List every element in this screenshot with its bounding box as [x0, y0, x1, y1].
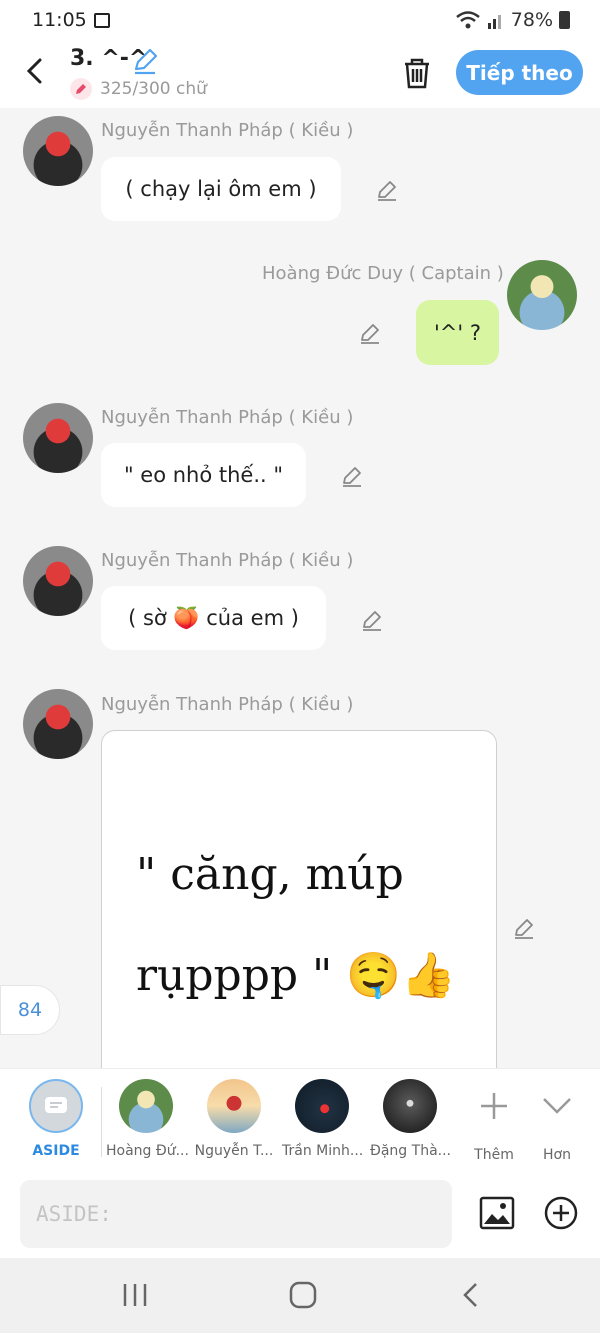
system-nav-bar — [0, 1258, 600, 1333]
avatar[interactable] — [23, 689, 93, 759]
avatar — [295, 1079, 349, 1133]
avatar[interactable] — [23, 116, 93, 186]
signal-icon — [487, 15, 501, 29]
edit-title-pencil-icon[interactable] — [131, 47, 159, 75]
character-nguyen[interactable]: Nguyễn T... — [194, 1079, 274, 1159]
avatar[interactable] — [23, 403, 93, 473]
unread-count-badge[interactable]: 84 — [0, 985, 60, 1035]
gallery-notification-icon — [94, 13, 110, 28]
back-nav-icon[interactable] — [459, 1280, 483, 1310]
char-count-text: 325/300 chữ — [100, 79, 207, 99]
edit-message-pencil-icon[interactable] — [375, 178, 399, 202]
collapse-button[interactable]: Hơn — [527, 1079, 587, 1163]
add-character-button[interactable]: Thêm — [456, 1079, 532, 1163]
avatar — [119, 1079, 173, 1133]
edit-message-pencil-icon[interactable] — [340, 464, 364, 488]
character-dang[interactable]: Đặng Thà... — [370, 1079, 451, 1159]
status-right: 78% — [455, 9, 570, 31]
image-text-line-2: rụpppp " 🤤👍 — [136, 950, 456, 1001]
character-aside[interactable]: ASIDE — [16, 1079, 96, 1159]
add-label: Thêm — [474, 1147, 514, 1163]
message-bubble[interactable]: '^' ? — [416, 300, 499, 365]
avatar — [207, 1079, 261, 1133]
next-button[interactable]: Tiếp theo — [456, 50, 583, 95]
character-label: ASIDE — [32, 1143, 80, 1159]
message-input[interactable]: ASIDE: — [20, 1180, 452, 1248]
edit-message-pencil-icon[interactable] — [358, 321, 382, 345]
char-count: 325/300 chữ — [70, 78, 207, 100]
add-circle-icon[interactable] — [543, 1195, 579, 1231]
edit-message-pencil-icon[interactable] — [512, 916, 536, 940]
chapter-header: 3. ^-^ 325/300 chữ Tiếp theo — [0, 42, 600, 108]
message-bubble[interactable]: " eo nhỏ thế.. " — [101, 443, 306, 507]
battery-percent: 78% — [510, 9, 553, 31]
aside-chat-icon — [29, 1079, 83, 1133]
chevron-down-icon — [543, 1098, 571, 1114]
wifi-icon — [455, 11, 480, 29]
chat-area[interactable]: Nguyễn Thanh Pháp ( Kiều ) ( chạy lại ôm… — [0, 108, 600, 1068]
pencil-badge-icon — [70, 78, 92, 100]
sender-name: Hoàng Đức Duy ( Captain ) — [262, 263, 504, 284]
avatar[interactable] — [507, 260, 577, 330]
recent-apps-icon[interactable] — [121, 1282, 149, 1308]
sender-name: Nguyễn Thanh Pháp ( Kiều ) — [101, 120, 354, 141]
divider — [101, 1087, 102, 1157]
collapse-label: Hơn — [543, 1147, 571, 1163]
character-hoang[interactable]: Hoàng Đứ... — [106, 1079, 189, 1159]
status-time: 11:05 — [32, 9, 87, 31]
image-text-line-1: " căng, múp — [136, 849, 404, 900]
message-bubble[interactable]: ( chạy lại ôm em ) — [101, 157, 341, 221]
image-message[interactable]: " căng, múp rụpppp " 🤤👍 — [101, 730, 497, 1068]
avatar[interactable] — [23, 546, 93, 616]
sender-name: Nguyễn Thanh Pháp ( Kiều ) — [101, 407, 354, 428]
character-label: Trần Minh... — [282, 1143, 364, 1159]
plus-icon — [481, 1093, 507, 1119]
status-bar: 11:05 78% — [0, 0, 600, 42]
battery-icon — [559, 11, 570, 29]
sender-name: Nguyễn Thanh Pháp ( Kiều ) — [101, 550, 354, 571]
character-tran[interactable]: Trần Minh... — [282, 1079, 364, 1159]
edit-message-pencil-icon[interactable] — [360, 608, 384, 632]
home-icon[interactable] — [288, 1280, 318, 1310]
character-label: Hoàng Đứ... — [106, 1143, 189, 1159]
input-bar: ASIDE: — [0, 1170, 600, 1258]
character-label: Nguyễn T... — [194, 1143, 274, 1159]
sender-name: Nguyễn Thanh Pháp ( Kiều ) — [101, 694, 354, 715]
trash-icon[interactable] — [401, 56, 433, 90]
character-bar: ASIDE Hoàng Đứ... Nguyễn T... Trần Minh.… — [0, 1068, 600, 1170]
character-label: Đặng Thà... — [370, 1143, 451, 1159]
avatar — [383, 1079, 437, 1133]
back-arrow-icon[interactable] — [22, 56, 48, 86]
message-bubble[interactable]: ( sờ 🍑 của em ) — [101, 586, 326, 650]
image-icon[interactable] — [479, 1195, 515, 1231]
